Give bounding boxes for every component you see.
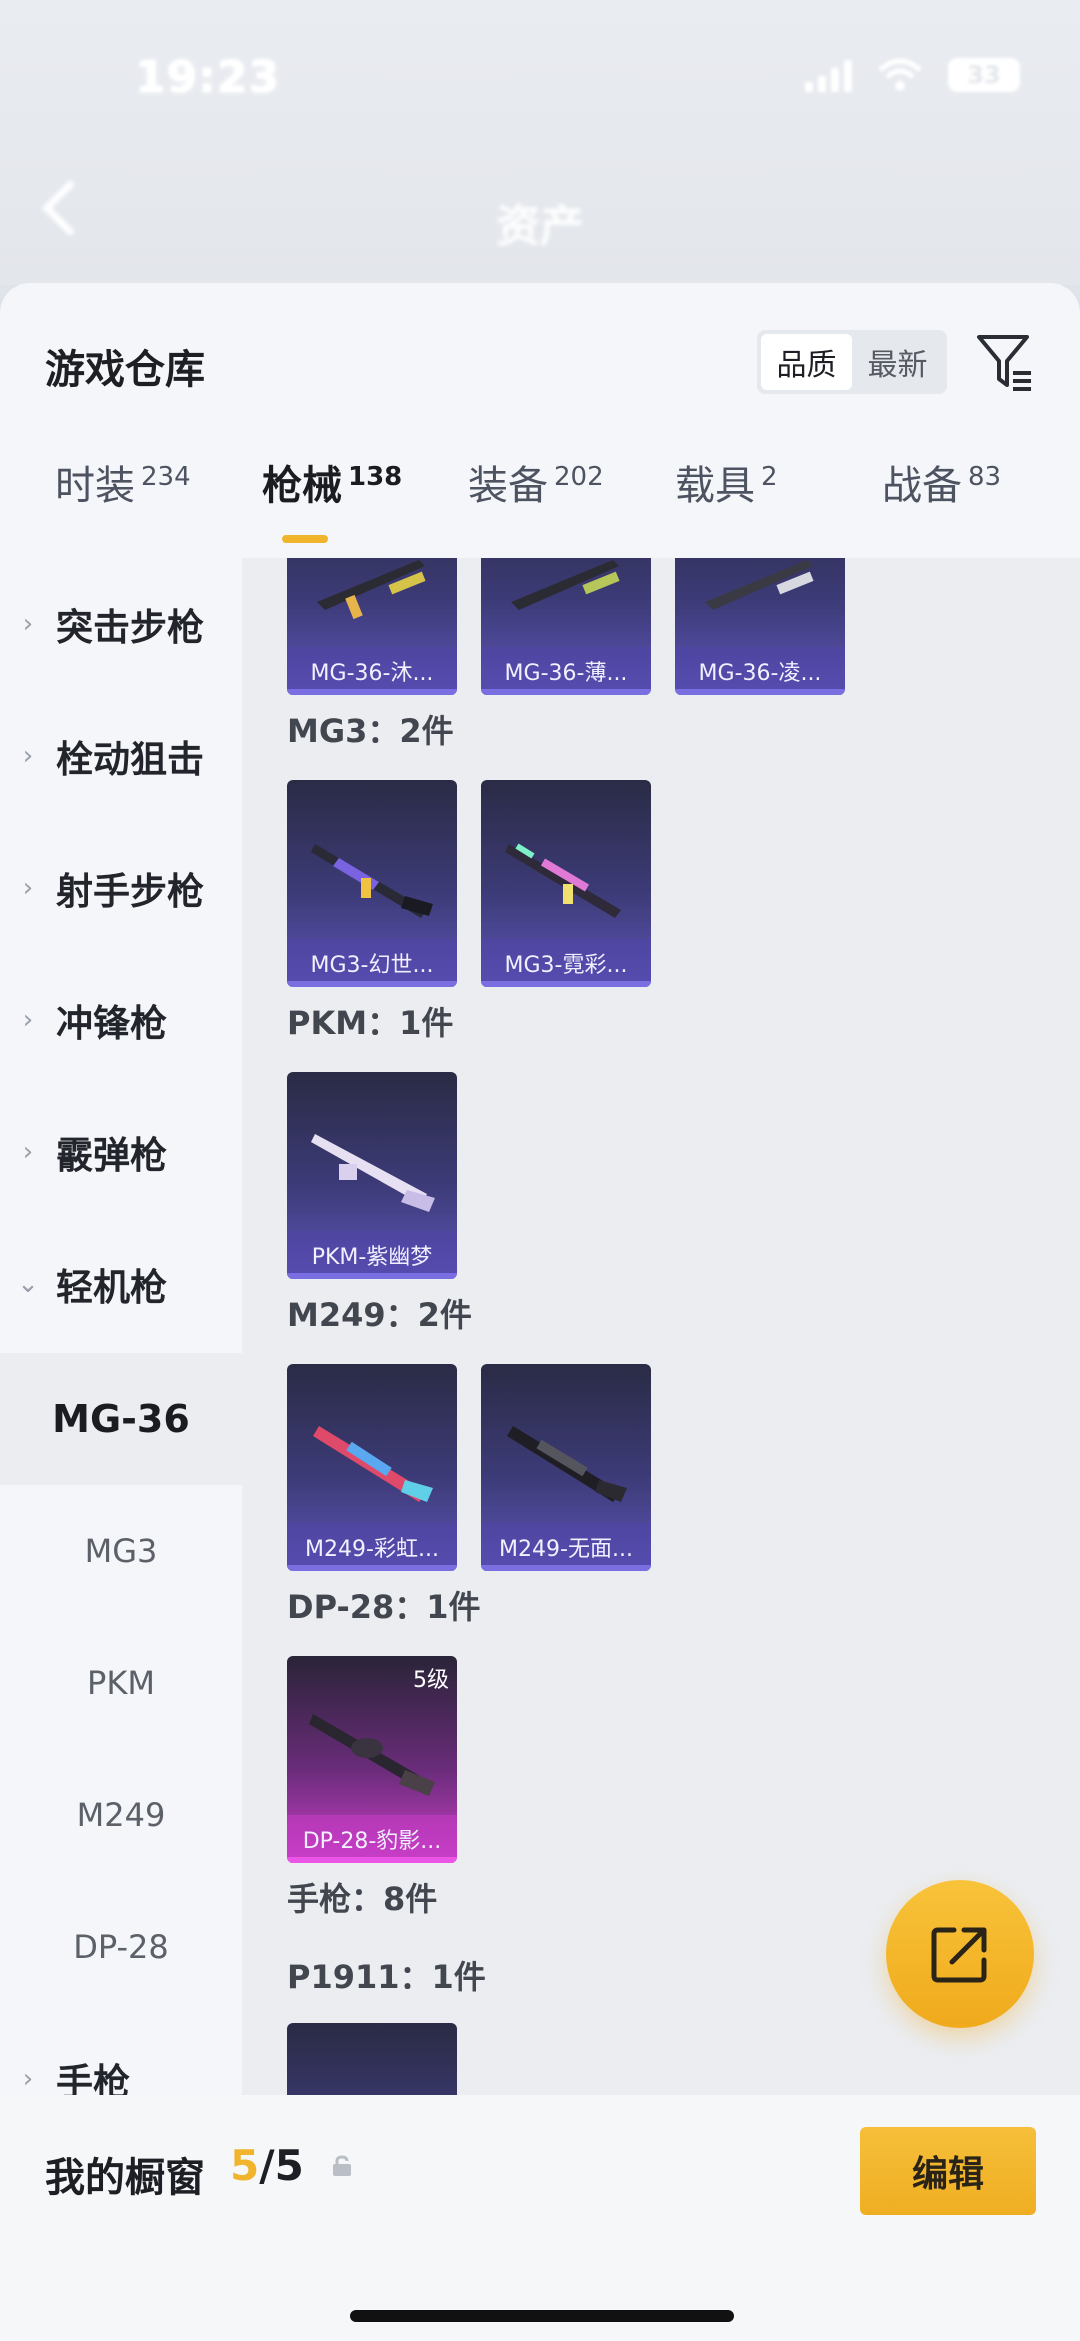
status-indicators: 33 bbox=[805, 58, 1020, 92]
card-stripe bbox=[287, 981, 457, 987]
weapon-name: PKM-紫幽梦 bbox=[287, 1231, 457, 1279]
weapon-image bbox=[311, 1134, 435, 1212]
weapon-name: MG3-霓彩... bbox=[481, 939, 651, 987]
group-label-dp28: DP-28：1件 bbox=[287, 1588, 481, 1626]
status-bar: 19:23 33 bbox=[0, 40, 1080, 120]
weapon-image bbox=[505, 843, 621, 918]
category-tabs: 时装 234 枪械 138 装备 202 载具 2 战备 83 bbox=[0, 433, 1080, 543]
card-stripe bbox=[287, 1565, 457, 1571]
tab-vehicles[interactable]: 载具 2 bbox=[675, 453, 778, 511]
sidebar-sub-dp28[interactable]: DP-28 bbox=[0, 1881, 242, 2013]
weapon-name: DP-28-豹影... bbox=[287, 1815, 457, 1863]
sidebar-sub-m249[interactable]: M249 bbox=[0, 1749, 242, 1881]
page-title: 游戏仓库 bbox=[45, 347, 205, 393]
wifi-icon bbox=[878, 58, 922, 91]
group-label-m249: M249：2件 bbox=[287, 1296, 472, 1334]
weapon-name: M249-无面... bbox=[481, 1523, 651, 1571]
sidebar-item-assault-rifle[interactable]: › 突击步枪 bbox=[0, 558, 242, 690]
weapon-name: MG-36-沐... bbox=[287, 647, 457, 695]
weapon-name: M249-彩虹... bbox=[287, 1523, 457, 1571]
weapon-card[interactable]: 5级 DP-28-豹影... bbox=[287, 1656, 457, 1863]
tab-guns[interactable]: 枪械 138 bbox=[262, 453, 402, 511]
weapon-image bbox=[511, 560, 620, 610]
lock-icon bbox=[333, 2155, 351, 2176]
battery-icon: 33 bbox=[948, 58, 1020, 92]
sidebar-item-lmg[interactable]: ⌄ 轻机枪 bbox=[0, 1218, 242, 1350]
group-label-mg3: MG3：2件 bbox=[287, 712, 454, 750]
weapon-card[interactable]: MG-36-凌... bbox=[675, 558, 845, 695]
tab-fashion[interactable]: 时装 234 bbox=[55, 453, 191, 511]
chevron-down-icon: ⌄ bbox=[17, 1269, 39, 1299]
card-stripe bbox=[481, 981, 651, 987]
card-stripe bbox=[287, 1273, 457, 1279]
card-stripe bbox=[287, 1857, 457, 1863]
card-stripe bbox=[675, 689, 845, 695]
signal-icon bbox=[805, 58, 852, 92]
tab-supplies[interactable]: 战备 83 bbox=[882, 453, 1001, 511]
card-stripe bbox=[481, 689, 651, 695]
showcase-count: 5/5 bbox=[230, 2141, 304, 2190]
share-button[interactable] bbox=[886, 1880, 1034, 2028]
sidebar-item-bolt-sniper[interactable]: › 栓动狙击 bbox=[0, 690, 242, 822]
status-time: 19:23 bbox=[135, 52, 281, 103]
filter-icon[interactable] bbox=[975, 331, 1035, 395]
level-badge: 5级 bbox=[413, 1668, 449, 1693]
chevron-right-icon: › bbox=[22, 1005, 34, 1035]
weapon-card[interactable]: MG3-霓彩... bbox=[481, 780, 651, 987]
sidebar-item-smg[interactable]: › 冲锋枪 bbox=[0, 954, 242, 1086]
sheet-header: 游戏仓库 品质 最新 bbox=[0, 283, 1080, 423]
weapon-name: MG-36-薄... bbox=[481, 647, 651, 695]
sidebar-sub-mg36[interactable]: MG-36 bbox=[0, 1353, 242, 1485]
chevron-right-icon: › bbox=[22, 609, 34, 639]
weapon-category-sidebar: › 突击步枪 › 栓动狙击 › 射手步枪 › 冲锋枪 › 霰弹枪 ⌄ 轻机枪 MG-36 M… bbox=[0, 558, 242, 2341]
weapon-image bbox=[309, 1714, 435, 1796]
group-label-p1911: P1911：1件 bbox=[287, 1958, 486, 1996]
chevron-right-icon: › bbox=[22, 2064, 34, 2094]
weapon-card[interactable]: MG-36-薄... bbox=[481, 558, 651, 695]
weapon-image bbox=[313, 1426, 433, 1502]
active-tab-indicator bbox=[282, 535, 328, 543]
weapon-card[interactable]: MG-36-沐... bbox=[287, 558, 457, 695]
weapon-image bbox=[507, 1426, 627, 1502]
weapon-card[interactable]: MG3-幻世... bbox=[287, 780, 457, 987]
group-label-pistol: 手枪：8件 bbox=[287, 1880, 438, 1918]
card-stripe bbox=[287, 689, 457, 695]
sort-quality-button[interactable]: 品质 bbox=[761, 334, 852, 390]
weapon-card[interactable]: M249-无面... bbox=[481, 1364, 651, 1571]
weapon-image bbox=[317, 560, 426, 620]
sort-toggle: 品质 最新 bbox=[757, 330, 947, 394]
group-label-pkm: PKM：1件 bbox=[287, 1004, 454, 1042]
share-external-icon bbox=[931, 1927, 987, 1983]
weapon-card[interactable]: PKM-紫幽梦 bbox=[287, 1072, 457, 1279]
sidebar-sub-pkm[interactable]: PKM bbox=[0, 1617, 242, 1749]
sidebar-sub-mg3[interactable]: MG3 bbox=[0, 1485, 242, 1617]
weapon-name: MG-36-凌... bbox=[675, 647, 845, 695]
sidebar-item-shotgun[interactable]: › 霰弹枪 bbox=[0, 1086, 242, 1218]
sort-latest-button[interactable]: 最新 bbox=[852, 334, 943, 390]
top-app-bar: 19:23 33 资产 bbox=[0, 0, 1080, 285]
nav-row: 资产 bbox=[0, 179, 1080, 260]
edit-button[interactable]: 编辑 bbox=[860, 2127, 1036, 2215]
weapon-image bbox=[705, 560, 814, 610]
showcase-title: 我的橱窗 bbox=[45, 2155, 205, 2201]
showcase-bar: 我的橱窗 5/5 编辑 bbox=[0, 2095, 1080, 2341]
weapon-grid: MG-36-沐... MG-36-薄... MG-36-凌... MG3：2件 … bbox=[242, 558, 1080, 2341]
weapon-image bbox=[311, 844, 433, 918]
sidebar-item-dmr[interactable]: › 射手步枪 bbox=[0, 822, 242, 954]
chevron-right-icon: › bbox=[22, 1137, 34, 1167]
weapon-name: MG3-幻世... bbox=[287, 939, 457, 987]
tab-equipment[interactable]: 装备 202 bbox=[468, 453, 604, 511]
card-stripe bbox=[481, 1565, 651, 1571]
weapon-card[interactable]: M249-彩虹... bbox=[287, 1364, 457, 1571]
warehouse-sheet: 游戏仓库 品质 最新 时装 234 枪械 138 装备 202 载具 2 战备 83 bbox=[0, 283, 1080, 2341]
chevron-right-icon: › bbox=[22, 873, 34, 903]
home-indicator bbox=[350, 2310, 734, 2322]
nav-title: 资产 bbox=[496, 201, 584, 252]
chevron-right-icon: › bbox=[22, 741, 34, 771]
